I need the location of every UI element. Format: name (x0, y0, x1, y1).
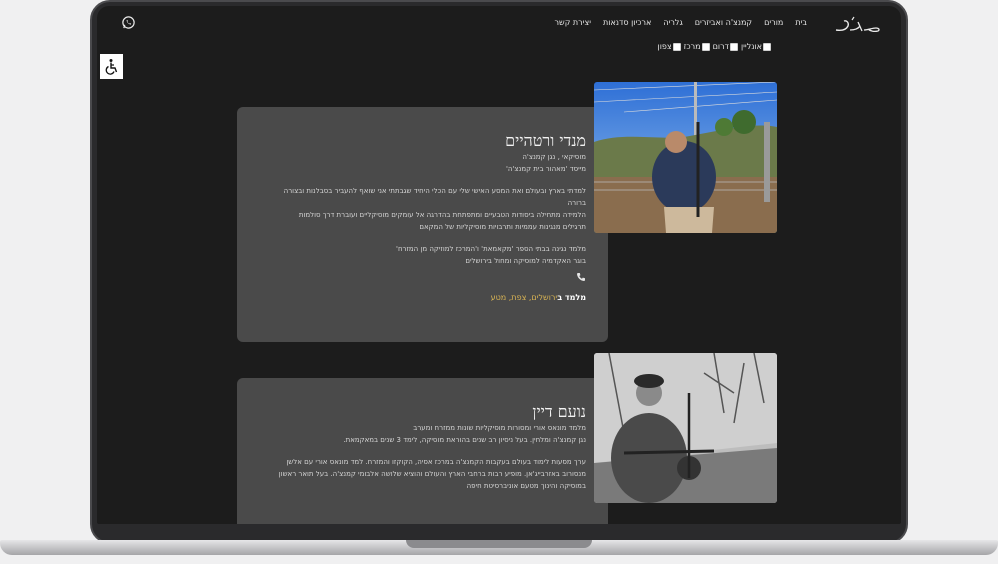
filter-south-label: דרום (712, 42, 729, 51)
teaches-in-places[interactable]: ירושלים, צפת, מטע (491, 293, 558, 302)
teacher-bio-line: מלמד נגינה בבתי הספר 'מקאמאת' ו'המרכז למ… (396, 245, 586, 253)
wheelchair-icon (105, 59, 118, 75)
teaches-in: מלמד בירושלים, צפת, מטע (259, 293, 586, 302)
filter-north[interactable]: צפון (658, 42, 681, 51)
nav-item-teachers[interactable]: מורים (758, 16, 789, 30)
teacher-subtitle: מייסד 'מאהור בית קמנצ'ה' (505, 165, 586, 173)
teacher-title: מלמד מונאס אורי ומסורות מוסיקליות שונות … (413, 424, 586, 432)
filter-north-checkbox[interactable] (672, 42, 681, 51)
site-logo[interactable] (832, 14, 884, 36)
filter-north-label: צפון (657, 42, 672, 51)
teacher-name: מנדי ורטהיים (505, 131, 586, 150)
whatsapp-icon[interactable] (121, 15, 136, 30)
filter-center-label: מרכז (683, 42, 701, 51)
nav-item-contact[interactable]: יצירת קשר (549, 16, 598, 30)
nav-item-home[interactable]: בית (789, 16, 813, 30)
phone-icon[interactable] (576, 272, 586, 282)
teacher-card: נועם דיין מלמד מונאס אורי ומסורות מוסיקל… (237, 378, 608, 524)
main-nav: בית מורים קמנצ'ה ואביזרים גלריה ארכיון ס… (549, 16, 813, 30)
teacher-bio-line: מנסורוב באזרבייג'אן. מופיע רבות ברחבי הא… (278, 470, 586, 478)
nav-item-kamancheh[interactable]: קמנצ'ה ואביזרים (689, 16, 758, 30)
teacher-card: מנדי ורטהיים מוסיקאי , נגן קמנצ'ה מייסד … (237, 107, 608, 342)
teacher-bio-line: ברורה (567, 199, 586, 207)
region-filters: אונליין דרום מרכז צפון (658, 42, 771, 51)
filter-center-checkbox[interactable] (701, 42, 710, 51)
teacher-subtitle: נגן קמנצ'ה ומלחין. בעל ניסיון רב שנים בה… (343, 436, 586, 444)
teacher-bio-line: בוגר האקדמיה למוסיקה ומחול בירושלים (465, 257, 586, 265)
filter-center[interactable]: מרכז (684, 42, 710, 51)
teacher-bio-line: הלמידה מתחילה ביסודות הטבעיים ומתפתחת בה… (298, 211, 586, 219)
teaches-in-label: מלמד ב (557, 293, 586, 302)
teacher-bio-line: במוסיקה והינוך מטעם אוניברסיטת חיפה (466, 482, 586, 490)
teacher-name: נועם דיין (532, 402, 586, 421)
teacher-bio-line: תרגילים מנגינות עממיות ותרבויות מוסיקליו… (419, 223, 586, 231)
teacher-photo (594, 353, 777, 503)
teacher-bio-line: ערך מסעות לימוד בעולם בעקבות הקמנצ'ה במר… (286, 458, 586, 466)
filter-online-label: אונליין (740, 42, 762, 51)
filter-south[interactable]: דרום (713, 42, 738, 51)
teacher-title: מוסיקאי , נגן קמנצ'ה (522, 153, 586, 161)
nav-item-gallery[interactable]: גלריה (657, 16, 688, 30)
accessibility-button[interactable] (100, 54, 123, 79)
teacher-photo (594, 82, 777, 233)
filter-south-checkbox[interactable] (729, 42, 738, 51)
teacher-bio-line: למדתי בארץ ובעולם ואת המסע האישי שלי עם … (283, 187, 586, 195)
laptop-notch (406, 540, 592, 548)
browser-screen: בית מורים קמנצ'ה ואביזרים גלריה ארכיון ס… (97, 6, 901, 524)
filter-online-checkbox[interactable] (763, 42, 771, 51)
filter-online[interactable]: אונליין (741, 42, 771, 51)
nav-item-workshops[interactable]: ארכיון סדנאות (597, 16, 657, 30)
